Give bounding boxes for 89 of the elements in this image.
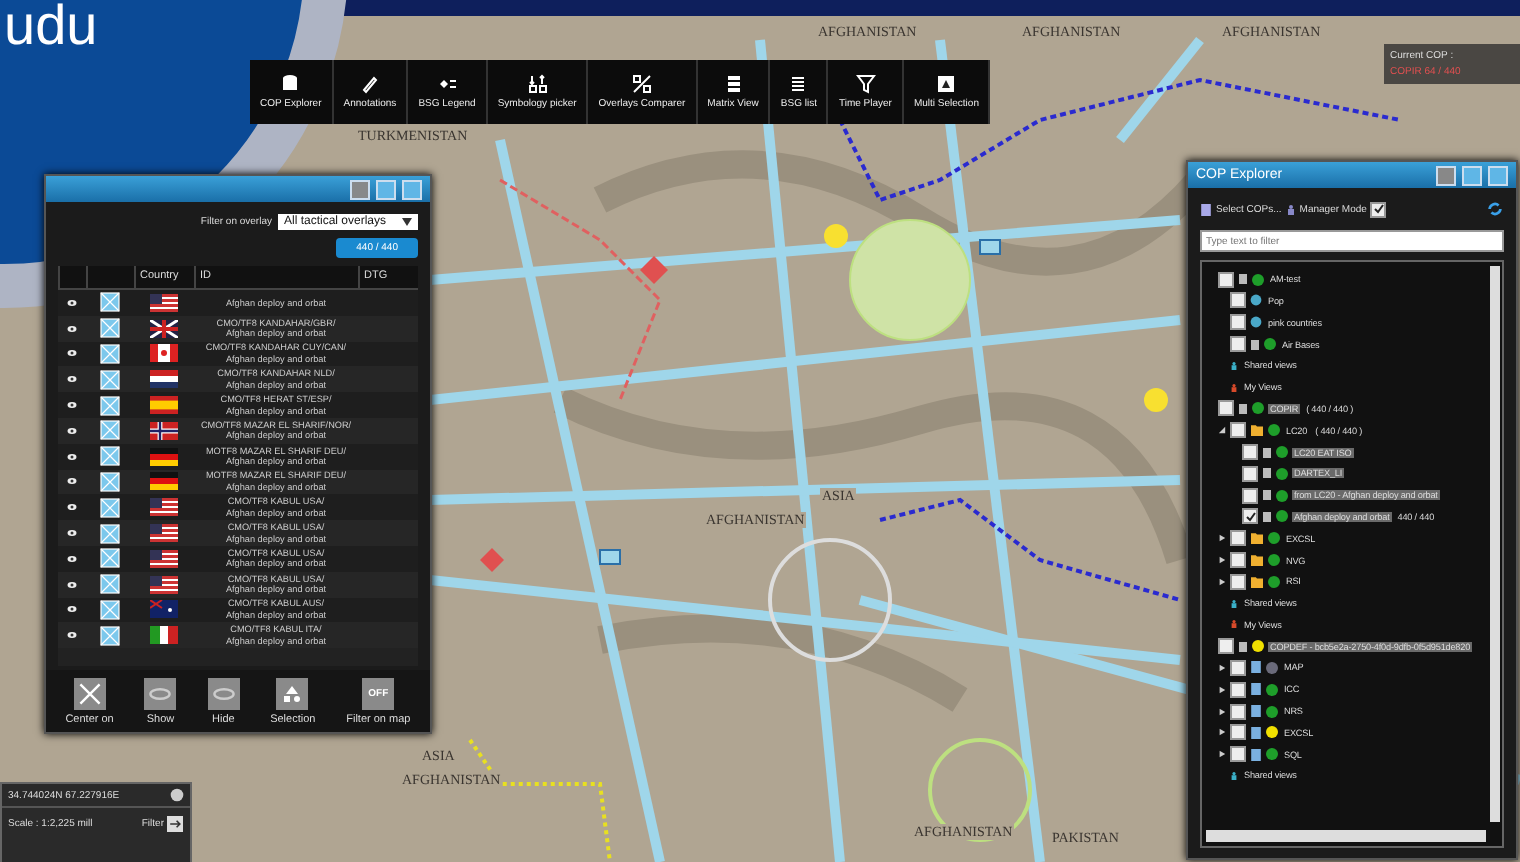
expand-caret[interactable] xyxy=(1218,750,1226,759)
center-icon xyxy=(73,678,106,710)
unit-marker[interactable] xyxy=(1144,388,1168,412)
diamond-marker[interactable] xyxy=(640,256,668,284)
document-icon xyxy=(1200,201,1212,217)
eye-icon xyxy=(66,502,78,513)
checkbox[interactable] xyxy=(1230,552,1246,568)
unit-symbol[interactable] xyxy=(979,239,1001,255)
checkbox[interactable] xyxy=(1230,724,1246,741)
pen-icon xyxy=(359,74,380,94)
legend-icon xyxy=(437,74,457,94)
expand-caret[interactable] xyxy=(1218,577,1226,586)
expand-caret[interactable] xyxy=(1218,707,1226,716)
symbols-icon xyxy=(527,74,548,94)
checkbox[interactable] xyxy=(1242,465,1258,482)
help-button[interactable] xyxy=(1436,165,1456,185)
envelope-icon xyxy=(96,471,124,492)
checkbox[interactable] xyxy=(1242,444,1258,461)
checkbox[interactable] xyxy=(1230,530,1246,547)
list-icon xyxy=(788,74,809,94)
envelope-icon xyxy=(96,625,124,646)
eye-icon xyxy=(66,348,78,359)
horizontal-scrollbar[interactable] xyxy=(1206,830,1486,842)
caret-icon xyxy=(402,218,412,226)
expand-caret[interactable] xyxy=(1218,556,1226,564)
area-circle xyxy=(849,219,971,341)
selection-icon xyxy=(936,74,957,94)
checkbox[interactable] xyxy=(1230,659,1246,676)
envelope-icon xyxy=(96,497,124,518)
help-button[interactable] xyxy=(350,179,370,199)
eye-icon xyxy=(207,678,240,710)
checkbox[interactable] xyxy=(1230,336,1246,353)
checkbox[interactable] xyxy=(1370,201,1387,217)
arrow-icon xyxy=(166,816,184,832)
eye-icon xyxy=(66,400,78,411)
eye-icon xyxy=(66,476,78,487)
eye-icon xyxy=(66,553,78,564)
compare-icon xyxy=(631,74,652,94)
checkbox[interactable] xyxy=(1218,271,1234,288)
eye-icon xyxy=(66,451,78,462)
area-circle xyxy=(768,538,892,662)
expand-caret[interactable] xyxy=(1218,728,1226,737)
diamond-marker[interactable] xyxy=(480,548,504,572)
eye-icon xyxy=(66,297,78,308)
expand-caret[interactable] xyxy=(1218,663,1226,672)
logo-text: udu xyxy=(4,0,98,52)
expand-caret[interactable] xyxy=(1218,426,1226,435)
envelope-icon xyxy=(96,574,124,595)
funnel-icon xyxy=(855,74,876,94)
envelope-icon xyxy=(96,446,124,467)
checkbox[interactable] xyxy=(1242,508,1258,525)
expand-caret[interactable] xyxy=(1218,685,1226,694)
settings-icon xyxy=(170,788,184,802)
envelope-icon xyxy=(96,599,124,620)
envelope-icon xyxy=(96,420,124,441)
unit-symbol[interactable] xyxy=(599,549,621,565)
envelope-icon xyxy=(96,395,124,416)
checkbox[interactable] xyxy=(1230,292,1246,309)
checkbox[interactable] xyxy=(1230,314,1246,331)
checkbox[interactable] xyxy=(1230,746,1246,763)
eye-icon xyxy=(66,425,78,436)
checkbox[interactable] xyxy=(1230,681,1246,698)
eye-icon xyxy=(66,604,78,615)
eye-icon xyxy=(66,323,78,334)
expand-caret[interactable] xyxy=(1218,534,1226,543)
refresh-icon xyxy=(1486,200,1504,218)
vertical-scrollbar[interactable] xyxy=(1490,266,1500,822)
checkbox[interactable] xyxy=(1230,703,1246,720)
eye-icon xyxy=(66,374,78,385)
unit-marker[interactable] xyxy=(824,224,848,248)
person-icon xyxy=(1285,201,1296,217)
checkbox[interactable] xyxy=(1230,573,1246,590)
checkbox[interactable] xyxy=(1218,638,1234,655)
eye-icon xyxy=(66,579,78,590)
eye-icon xyxy=(66,630,78,641)
envelope-icon xyxy=(96,523,124,544)
database-icon xyxy=(280,74,301,94)
matrix-icon xyxy=(723,74,744,94)
shapes-icon xyxy=(276,678,309,710)
envelope-icon xyxy=(96,548,124,569)
envelope-icon xyxy=(96,369,124,390)
envelope-icon xyxy=(96,343,124,364)
envelope-icon xyxy=(96,318,124,339)
eye-icon xyxy=(144,678,177,710)
checkbox[interactable] xyxy=(1242,487,1258,504)
eye-icon xyxy=(66,528,78,539)
checkbox[interactable] xyxy=(1218,400,1234,417)
envelope-icon xyxy=(96,292,124,313)
checkbox[interactable] xyxy=(1230,422,1246,439)
